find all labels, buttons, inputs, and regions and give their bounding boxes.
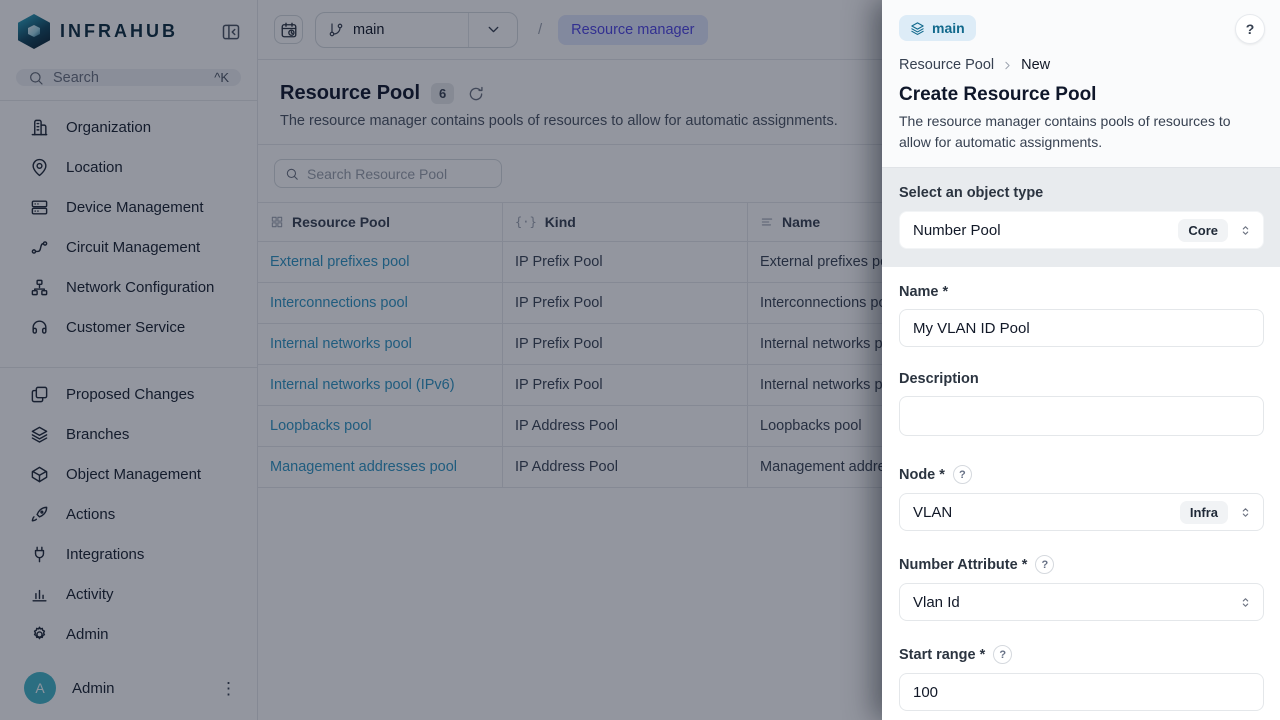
field-number-attribute: Number Attribute * ? Vlan Id	[899, 555, 1264, 621]
field-name: Name *	[899, 284, 1264, 347]
start-range-help-icon[interactable]: ?	[993, 645, 1012, 664]
object-type-select[interactable]: Number Pool Core	[899, 211, 1264, 249]
node-value: VLAN	[913, 504, 1170, 521]
node-badge: Infra	[1180, 501, 1228, 524]
app-root: INFRAHUB Search ^K Organization	[0, 0, 1280, 720]
object-type-value: Number Pool	[913, 222, 1168, 239]
layers-icon	[910, 21, 925, 36]
drawer-title: Create Resource Pool	[899, 84, 1264, 106]
object-type-section: Select an object type Number Pool Core	[882, 167, 1280, 267]
chevrons-up-down-icon	[1238, 223, 1253, 238]
start-range-label: Start range *	[899, 647, 985, 663]
branch-badge: main	[899, 15, 976, 41]
chevron-right-icon	[1001, 59, 1014, 72]
description-input[interactable]	[899, 396, 1264, 436]
chevrons-up-down-icon	[1238, 595, 1253, 610]
field-start-range: Start range * ?	[899, 645, 1264, 711]
drawer-header: main ? Resource Pool New Create Resource…	[882, 0, 1280, 167]
number-attribute-help-icon[interactable]: ?	[1035, 555, 1054, 574]
chevrons-up-down-icon	[1238, 505, 1253, 520]
drawer-breadcrumb: Resource Pool New	[899, 57, 1264, 73]
field-node: Node * ? VLAN Infra	[899, 465, 1264, 531]
name-input[interactable]	[899, 309, 1264, 347]
field-description: Description	[899, 371, 1264, 441]
drawer-form: Name * Description Node * ? VLAN Infra	[882, 267, 1280, 720]
object-type-badge: Core	[1178, 219, 1228, 242]
start-range-input[interactable]	[899, 673, 1264, 711]
branch-badge-label: main	[932, 20, 965, 36]
number-attribute-value: Vlan Id	[913, 594, 1228, 611]
breadcrumb-parent[interactable]: Resource Pool	[899, 57, 994, 73]
node-label: Node *	[899, 467, 945, 483]
help-button[interactable]: ?	[1235, 14, 1265, 44]
name-label: Name *	[899, 284, 948, 300]
number-attribute-label: Number Attribute *	[899, 557, 1027, 573]
number-attribute-select[interactable]: Vlan Id	[899, 583, 1264, 621]
create-resource-pool-drawer: main ? Resource Pool New Create Resource…	[882, 0, 1280, 720]
node-help-icon[interactable]: ?	[953, 465, 972, 484]
breadcrumb-current: New	[1021, 57, 1050, 73]
drawer-description: The resource manager contains pools of r…	[899, 111, 1255, 152]
object-type-label: Select an object type	[899, 185, 1043, 201]
description-label: Description	[899, 371, 979, 387]
node-select[interactable]: VLAN Infra	[899, 493, 1264, 531]
